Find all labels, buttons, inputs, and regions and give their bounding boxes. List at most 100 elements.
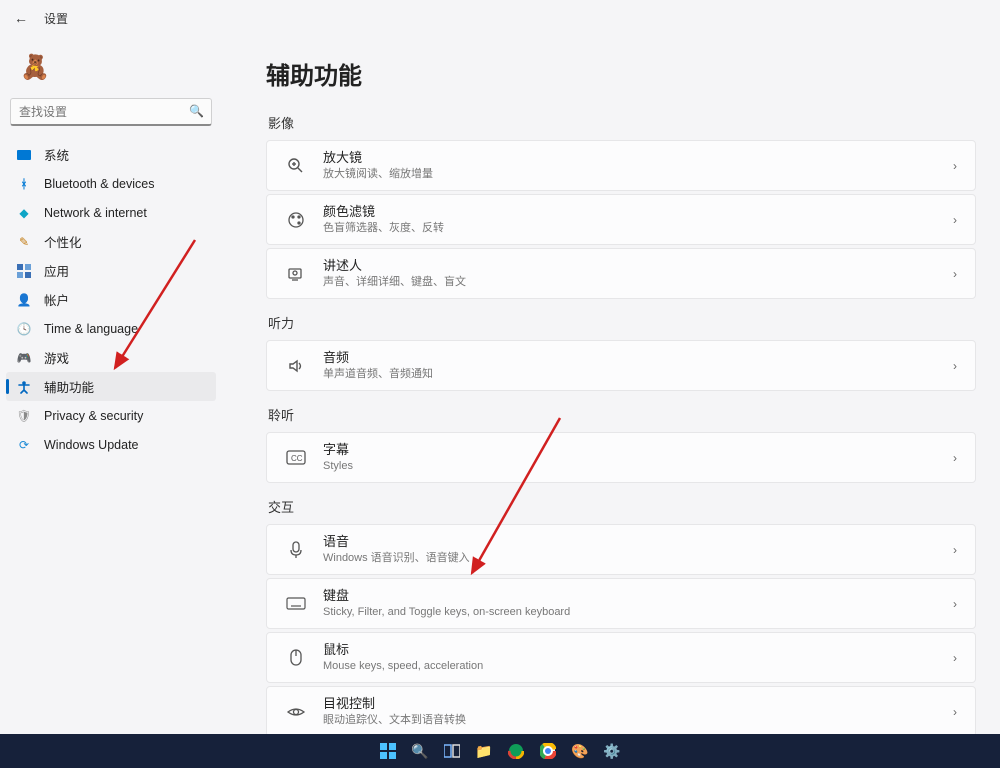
settings-card-audio[interactable]: 音频 单声道音频、音频通知 › [266, 340, 976, 391]
settings-card-palette[interactable]: 颜色滤镜 色盲筛选器、灰度、反转 › [266, 194, 976, 245]
gamepad-icon: 🎮 [16, 350, 32, 366]
card-title: 音频 [323, 350, 953, 366]
sidebar-item-accessibility[interactable]: 辅助功能 [6, 372, 216, 401]
card-subtitle: 色盲筛选器、灰度、反转 [323, 221, 953, 235]
taskbar-start[interactable] [375, 738, 401, 764]
section-label: 影像 [268, 113, 976, 132]
sidebar-item-label: Windows Update [44, 438, 139, 452]
settings-card-keyboard[interactable]: 键盘 Sticky, Filter, and Toggle keys, on-s… [266, 578, 976, 629]
taskbar-paint[interactable]: 🎨 [567, 738, 593, 764]
sidebar-item-label: Time & language [44, 322, 138, 336]
monitor-icon [16, 147, 32, 163]
sidebar-item-label: 帐户 [44, 290, 69, 309]
card-subtitle: 放大镜阅读、缩放增量 [323, 167, 953, 181]
back-button[interactable]: ← [14, 10, 28, 26]
chevron-right-icon: › [953, 213, 957, 227]
card-title: 目视控制 [323, 696, 953, 712]
sidebar: 🧸 🔍 系统 ᚼ Bluetooth & devices ◆ Network & int… [0, 36, 222, 734]
search-input[interactable] [10, 98, 212, 126]
sidebar-item-label: Bluetooth & devices [44, 177, 155, 191]
sidebar-item-gamepad[interactable]: 🎮 游戏 [6, 343, 216, 372]
card-title: 颜色滤镜 [323, 204, 953, 220]
settings-card-cc[interactable]: CC 字幕 Styles › [266, 432, 976, 483]
cc-icon: CC [285, 447, 307, 469]
taskbar-taskview[interactable] [439, 738, 465, 764]
taskbar-search[interactable]: 🔍 [407, 738, 433, 764]
sidebar-item-label: Network & internet [44, 206, 147, 220]
brush-icon: ✎ [16, 234, 32, 250]
keyboard-icon [285, 593, 307, 615]
section-label: 交互 [268, 497, 976, 516]
svg-text:CC: CC [291, 454, 303, 463]
shield-icon: 🛡 [16, 408, 32, 424]
card-subtitle: Sticky, Filter, and Toggle keys, on-scre… [323, 605, 953, 619]
chevron-right-icon: › [953, 451, 957, 465]
card-subtitle: Windows 语音识别、语音键入 [323, 551, 953, 565]
person-icon: 👤 [16, 292, 32, 308]
chevron-right-icon: › [953, 267, 957, 281]
sidebar-item-label: Privacy & security [44, 409, 143, 423]
card-subtitle: Styles [323, 459, 953, 473]
settings-card-mic[interactable]: 语音 Windows 语音识别、语音键入 › [266, 524, 976, 575]
chevron-right-icon: › [953, 705, 957, 719]
clock-icon: 🕓 [16, 321, 32, 337]
sidebar-item-monitor[interactable]: 系统 [6, 140, 216, 169]
section-label: 听力 [268, 313, 976, 332]
taskbar-settings[interactable]: ⚙️ [599, 738, 625, 764]
sidebar-item-bluetooth[interactable]: ᚼ Bluetooth & devices [6, 169, 216, 198]
card-subtitle: Mouse keys, speed, acceleration [323, 659, 953, 673]
accessibility-icon [16, 379, 32, 395]
card-title: 字幕 [323, 442, 953, 458]
card-title: 鼠标 [323, 642, 953, 658]
settings-card-eye[interactable]: 目视控制 眼动追踪仪、文本到语音转换 › [266, 686, 976, 734]
chevron-right-icon: › [953, 597, 957, 611]
card-subtitle: 眼动追踪仪、文本到语音转换 [323, 713, 953, 727]
card-title: 键盘 [323, 588, 953, 604]
mouse-icon [285, 647, 307, 669]
sidebar-item-apps[interactable]: 应用 [6, 256, 216, 285]
main-content: 辅助功能 影像 放大镜 放大镜阅读、缩放增量 › 颜色滤镜 色盲筛选器、灰度、反… [222, 36, 1000, 734]
sidebar-item-label: 游戏 [44, 348, 69, 367]
user-avatar[interactable]: 🧸 [18, 50, 52, 84]
sidebar-search[interactable]: 🔍 [10, 98, 212, 126]
bluetooth-icon: ᚼ [16, 176, 32, 192]
chevron-right-icon: › [953, 159, 957, 173]
section-label: 聆听 [268, 405, 976, 424]
sidebar-item-shield[interactable]: 🛡 Privacy & security [6, 401, 216, 430]
apps-icon [16, 263, 32, 279]
refresh-icon: ⟳ [16, 437, 32, 453]
card-title: 放大镜 [323, 150, 953, 166]
card-title: 讲述人 [323, 258, 953, 274]
sidebar-item-label: 应用 [44, 261, 69, 280]
chevron-right-icon: › [953, 359, 957, 373]
audio-icon [285, 355, 307, 377]
page-title: 辅助功能 [266, 56, 976, 91]
zoom-icon [285, 155, 307, 177]
sidebar-item-label: 系统 [44, 145, 69, 164]
taskbar-edge[interactable] [503, 738, 529, 764]
sidebar-item-clock[interactable]: 🕓 Time & language [6, 314, 216, 343]
taskbar: 🔍 📁 🎨 ⚙️ [0, 734, 1000, 768]
card-subtitle: 声音、详细详细、键盘、盲文 [323, 275, 953, 289]
narrator-icon [285, 263, 307, 285]
settings-card-mouse[interactable]: 鼠标 Mouse keys, speed, acceleration › [266, 632, 976, 683]
chevron-right-icon: › [953, 651, 957, 665]
taskbar-chrome[interactable] [535, 738, 561, 764]
chevron-right-icon: › [953, 543, 957, 557]
sidebar-item-wifi[interactable]: ◆ Network & internet [6, 198, 216, 227]
wifi-icon: ◆ [16, 205, 32, 221]
palette-icon [285, 209, 307, 231]
sidebar-item-brush[interactable]: ✎ 个性化 [6, 227, 216, 256]
sidebar-item-refresh[interactable]: ⟳ Windows Update [6, 430, 216, 459]
settings-card-zoom[interactable]: 放大镜 放大镜阅读、缩放增量 › [266, 140, 976, 191]
card-title: 语音 [323, 534, 953, 550]
taskbar-explorer[interactable]: 📁 [471, 738, 497, 764]
sidebar-item-label: 辅助功能 [44, 377, 94, 396]
header-title: 设置 [44, 10, 68, 27]
sidebar-item-label: 个性化 [44, 232, 82, 251]
sidebar-item-person[interactable]: 👤 帐户 [6, 285, 216, 314]
card-subtitle: 单声道音频、音频通知 [323, 367, 953, 381]
eye-icon [285, 701, 307, 723]
mic-icon [285, 539, 307, 561]
settings-card-narrator[interactable]: 讲述人 声音、详细详细、键盘、盲文 › [266, 248, 976, 299]
